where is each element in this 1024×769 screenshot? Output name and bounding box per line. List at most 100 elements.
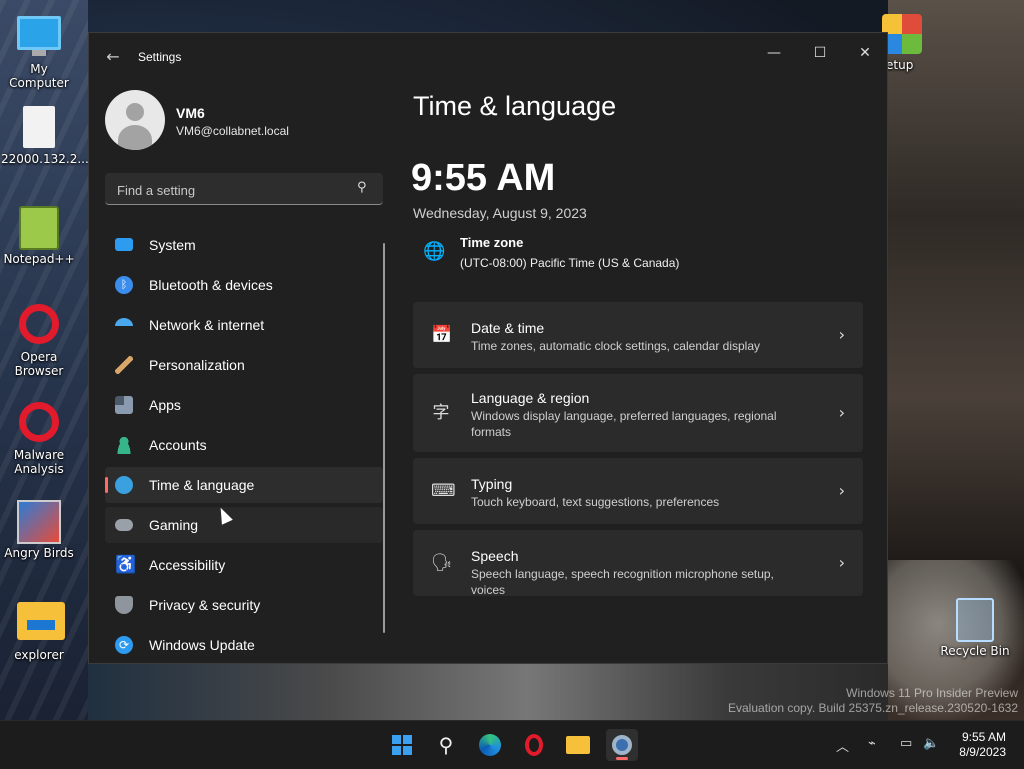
card-description: Windows display language, preferred lang… <box>471 409 777 439</box>
network-disconnected-icon[interactable]: ⌁ <box>868 736 876 751</box>
desktop-icon-label: explorer <box>14 648 64 662</box>
desktop-icon-opera[interactable]: Opera Browser <box>1 304 77 378</box>
card-description: Speech language, speech recognition micr… <box>471 567 774 597</box>
search-icon: ⚲ <box>438 733 454 757</box>
maximize-button[interactable]: ☐ <box>802 39 838 67</box>
card-language-region[interactable]: 字 Language & region Windows display lang… <box>413 374 863 452</box>
chevron-right-icon: › <box>838 553 845 572</box>
sidebar-nav: System ᛒ Bluetooth & devices Network & i… <box>105 227 383 667</box>
recycle-bin-icon <box>956 598 994 642</box>
timezone-value: (UTC-08:00) Pacific Time (US & Canada) <box>460 256 680 270</box>
bluetooth-icon: ᛒ <box>115 276 133 294</box>
search-icon[interactable]: ⚲ <box>357 180 373 196</box>
apps-icon <box>115 396 133 414</box>
gear-icon <box>612 735 632 755</box>
globe-clock-icon: 🌐 <box>423 241 446 262</box>
notepad-icon <box>19 206 59 250</box>
folder-icon <box>17 602 65 640</box>
desktop-icon-label: Recycle Bin <box>940 644 1010 658</box>
card-title: Language & region <box>471 390 590 406</box>
minimize-button[interactable]: — <box>756 39 792 67</box>
sidebar-item-accessibility[interactable]: ♿ Accessibility <box>105 547 383 583</box>
settings-taskbar-button[interactable] <box>606 729 638 761</box>
sidebar-item-windows-update[interactable]: ⟳ Windows Update <box>105 627 383 663</box>
sidebar-item-label: Accounts <box>149 437 207 453</box>
sidebar-item-apps[interactable]: Apps <box>105 387 383 423</box>
desktop-icon-file[interactable]: 22000.132.2... <box>1 106 89 166</box>
desktop-icon-malware-analysis[interactable]: Malware Analysis <box>1 402 77 476</box>
desktop-icon-label: Opera Browser <box>14 350 64 378</box>
watermark-build: Evaluation copy. Build 25375.zn_release.… <box>728 701 1018 715</box>
sidebar-scrollbar[interactable] <box>383 243 385 633</box>
title-bar[interactable]: ← Settings — ☐ ✕ <box>89 33 887 81</box>
sidebar-item-time-language[interactable]: Time & language <box>105 467 383 503</box>
start-button[interactable] <box>386 729 418 761</box>
edge-taskbar-button[interactable] <box>474 729 506 761</box>
sidebar-item-accounts[interactable]: Accounts <box>105 427 383 463</box>
system-icon <box>115 238 133 251</box>
desktop-icon-explorer[interactable]: explorer <box>1 598 77 662</box>
desktop-icon-label: etup <box>886 58 914 72</box>
taskbar-clock[interactable]: 9:55 AM 8/9/2023 <box>959 730 1006 760</box>
sidebar-item-network[interactable]: Network & internet <box>105 307 383 343</box>
brush-icon <box>115 356 133 374</box>
profile-email: VM6@collabnet.local <box>176 124 289 138</box>
chevron-right-icon: › <box>838 481 845 500</box>
sidebar-item-system[interactable]: System <box>105 227 383 263</box>
avatar[interactable] <box>105 90 165 150</box>
card-date-time[interactable]: 📅 Date & time Time zones, automatic cloc… <box>413 302 863 368</box>
sidebar-item-privacy[interactable]: Privacy & security <box>105 587 383 623</box>
sidebar-item-gaming[interactable]: Gaming <box>105 507 383 543</box>
desktop-icon-notepadpp[interactable]: Notepad++ <box>1 206 77 266</box>
windows-logo-icon <box>392 735 412 755</box>
volume-icon[interactable]: 🔈 <box>923 736 939 751</box>
sidebar-item-label: Time & language <box>149 477 255 493</box>
opera-icon <box>19 304 59 344</box>
desktop-icon-label: My Computer <box>9 62 69 90</box>
opera-taskbar-button[interactable] <box>518 729 550 761</box>
card-typing[interactable]: ⌨ Typing Touch keyboard, text suggestion… <box>413 458 863 524</box>
update-icon: ⟳ <box>115 636 133 654</box>
sidebar-item-label: Apps <box>149 397 181 413</box>
page-title: Time & language <box>413 91 617 121</box>
language-icon: 字 <box>432 403 450 423</box>
selection-indicator <box>105 477 108 493</box>
speech-icon: 🗣 <box>431 553 453 573</box>
desktop-icon-recycle-bin[interactable]: Recycle Bin <box>937 598 1013 658</box>
explorer-taskbar-button[interactable] <box>562 729 594 761</box>
card-title: Date & time <box>471 320 545 336</box>
sidebar-item-bluetooth[interactable]: ᛒ Bluetooth & devices <box>105 267 383 303</box>
card-speech[interactable]: 🗣 Speech Speech language, speech recogni… <box>413 530 863 597</box>
search-input[interactable] <box>115 179 349 201</box>
shield-icon <box>115 596 133 614</box>
calendar-clock-icon: 📅 <box>431 325 453 345</box>
computer-icon <box>17 16 61 50</box>
watermark-edition: Windows 11 Pro Insider Preview <box>846 686 1018 700</box>
desktop-icon-label: Malware Analysis <box>13 448 65 476</box>
search-box[interactable]: ⚲ <box>105 173 383 205</box>
desktop-icon-angry-birds[interactable]: Angry Birds <box>1 500 77 560</box>
card-title: Typing <box>471 476 513 492</box>
opera-icon <box>19 402 59 442</box>
file-icon <box>23 106 55 148</box>
desktop-icon-my-computer[interactable]: My Computer <box>1 10 77 90</box>
setup-icon <box>882 14 922 54</box>
taskbar: ⚲ ︿ ⌁ ▭ 🔈 9:55 AM 8/9/2023 <box>0 720 1024 769</box>
folder-icon <box>566 736 590 754</box>
globe-clock-icon <box>115 476 133 494</box>
card-description: Touch keyboard, text suggestions, prefer… <box>471 495 720 509</box>
sidebar-item-personalization[interactable]: Personalization <box>105 347 383 383</box>
desktop-icon-label: 22000.132.2... <box>1 152 89 166</box>
display-icon[interactable]: ▭ <box>900 736 912 751</box>
chevron-up-icon[interactable]: ︿ <box>836 736 849 755</box>
search-taskbar-button[interactable]: ⚲ <box>430 729 462 761</box>
timezone-label: Time zone <box>460 235 524 250</box>
sidebar-item-label: Accessibility <box>149 557 226 573</box>
close-button[interactable]: ✕ <box>847 39 883 67</box>
controller-icon <box>115 519 133 531</box>
back-arrow-icon[interactable]: ← <box>103 47 123 67</box>
chevron-right-icon: › <box>838 403 845 422</box>
desktop-icon-label: Notepad++ <box>3 252 75 266</box>
taskbar-date: 8/9/2023 <box>959 745 1006 759</box>
settings-window: ← Settings — ☐ ✕ VM6 VM6@collabnet.local… <box>88 32 888 664</box>
